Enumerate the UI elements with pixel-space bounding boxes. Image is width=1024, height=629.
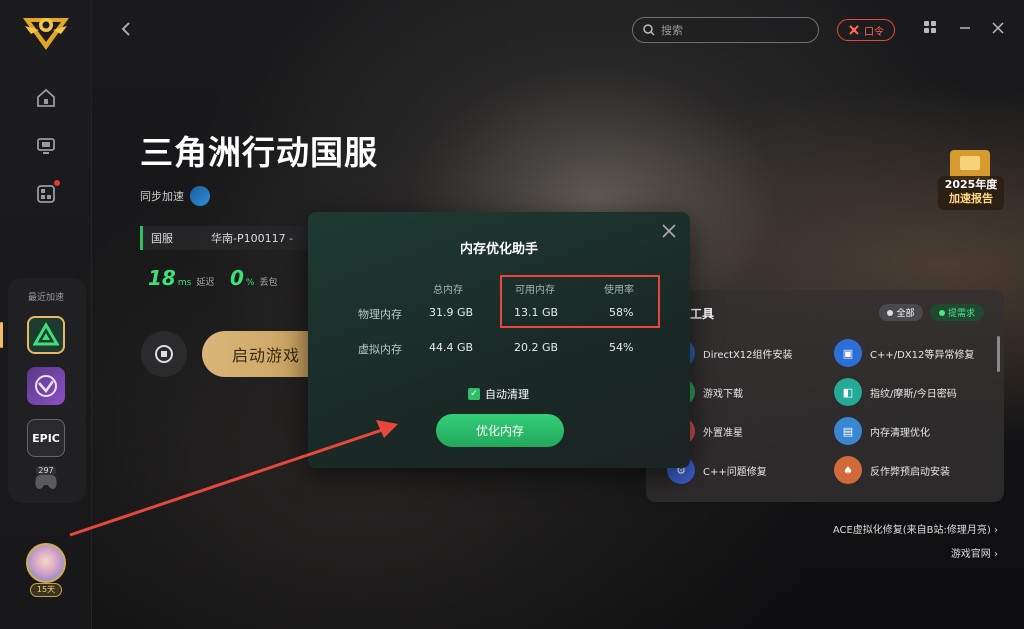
- optimize-memory-button[interactable]: 优化内存: [436, 414, 564, 447]
- folder-fix-icon: ▣: [834, 339, 862, 367]
- home-icon[interactable]: [32, 84, 60, 112]
- sync-label: 同步加速: [140, 190, 184, 203]
- apps-button[interactable]: [920, 20, 940, 40]
- dot-icon: [938, 309, 945, 316]
- loss-unit: %: [245, 278, 255, 288]
- auto-clean-checkbox-row[interactable]: ✓ 自动清理: [468, 386, 529, 402]
- chevron-left-icon: [121, 22, 130, 36]
- password-icon: ◧: [834, 378, 862, 406]
- stop-icon: [155, 345, 173, 363]
- latency-label: 延迟: [196, 278, 215, 288]
- report-line1: 2025年度: [944, 178, 998, 191]
- modal-close-button[interactable]: [660, 224, 678, 242]
- loss-value: 0: [230, 266, 244, 290]
- tool-item-cpp-dx12-fix[interactable]: ▣ C++/DX12等异常修复: [834, 339, 974, 367]
- official-site-link[interactable]: 游戏官网 ›: [951, 545, 998, 560]
- row-label-virtual: 虚拟内存: [358, 343, 402, 356]
- tools-scrollbar[interactable]: [997, 336, 1000, 372]
- tool-label: 反作弊预启动安装: [870, 466, 950, 478]
- search-input[interactable]: [661, 23, 801, 37]
- close-icon: [662, 224, 676, 238]
- annual-report-badge[interactable]: 2025年度 加速报告: [936, 148, 1006, 212]
- recent-label: 最近加速: [27, 293, 64, 303]
- dot-icon: [887, 309, 894, 316]
- active-game-marker: [0, 322, 3, 348]
- game-tile-epic[interactable]: EPIC: [27, 419, 65, 457]
- four-squares-icon: [924, 21, 936, 33]
- game-logo-icon: [35, 375, 57, 397]
- tools-title: 工具: [690, 307, 715, 321]
- close-window-button[interactable]: [988, 20, 1008, 40]
- official-site-label: 游戏官网: [950, 549, 991, 560]
- auto-clean-checkbox[interactable]: ✓: [468, 388, 480, 400]
- tool-label: C++问题修复: [703, 466, 767, 478]
- command-button[interactable]: 口令: [837, 19, 895, 41]
- physical-total: 31.9 GB: [429, 306, 474, 319]
- all-tools-label: 全部: [896, 309, 915, 319]
- tool-item-anticheat[interactable]: ♠ 反作弊预启动安装: [834, 456, 950, 484]
- shield-card-icon: ♠: [834, 456, 862, 484]
- col-header-total: 总内存: [433, 285, 463, 296]
- user-avatar-area[interactable]: 15天: [24, 543, 68, 601]
- virtual-available: 20.2 GB: [514, 341, 559, 354]
- annotation-highlight-box: [500, 275, 660, 328]
- server-node: 华南-P100117 -: [211, 232, 294, 245]
- memory-icon: ▤: [834, 417, 862, 445]
- tool-label: DirectX12组件安装: [703, 349, 793, 361]
- controller-count-badge: 297: [36, 466, 56, 475]
- latency-stat: 18 ms 延迟: [148, 266, 214, 290]
- minimize-icon: [960, 27, 970, 29]
- app-window: 最近加速 EPIC 297 15天 口令: [0, 0, 1024, 629]
- monitor-icon[interactable]: [32, 132, 60, 160]
- virtual-total: 44.4 GB: [429, 341, 474, 354]
- packet-loss-stat: 0 % 丢包: [230, 266, 278, 290]
- sidebar: 最近加速 EPIC 297 15天: [0, 0, 92, 629]
- game-tile-delta-force[interactable]: [27, 316, 65, 354]
- search-box[interactable]: [632, 17, 819, 43]
- ace-fix-link[interactable]: ACE虚拟化修复(来自B站:修理月亮) ›: [833, 521, 998, 536]
- modal-title: 内存优化助手: [459, 242, 538, 257]
- report-line2: 加速报告: [949, 192, 993, 205]
- tool-label: C++/DX12等异常修复: [870, 349, 975, 361]
- loss-label: 丢包: [259, 278, 278, 288]
- tool-item-password[interactable]: ◧ 指纹/摩斯/今日密码: [834, 378, 957, 406]
- app-logo[interactable]: [21, 10, 71, 54]
- notification-dot: [54, 180, 60, 186]
- auto-clean-label: 自动清理: [485, 388, 529, 401]
- delta-force-icon: [33, 322, 59, 346]
- stop-accel-button[interactable]: [141, 331, 187, 377]
- virtual-usage: 54%: [609, 341, 634, 354]
- all-tools-button[interactable]: 全部: [879, 304, 923, 321]
- search-icon: [643, 24, 655, 36]
- ace-fix-label: ACE虚拟化修复(来自B站:修理月亮): [832, 525, 991, 536]
- apps-grid-icon[interactable]: [32, 180, 60, 208]
- tool-label: 外置准星: [703, 427, 743, 439]
- latency-value: 18: [148, 266, 176, 290]
- close-icon: [992, 22, 1004, 34]
- game-tile-controller[interactable]: 297: [27, 466, 65, 494]
- server-region: 国服: [151, 232, 173, 245]
- steam-icon[interactable]: [190, 186, 210, 206]
- server-selector[interactable]: 国服 华南-P100117 -: [140, 226, 320, 250]
- row-label-physical: 物理内存: [358, 308, 402, 321]
- tool-label: 指纹/摩斯/今日密码: [870, 388, 957, 400]
- command-icon: [849, 25, 859, 35]
- avatar[interactable]: [26, 543, 66, 583]
- game-tile-purple[interactable]: [27, 367, 65, 405]
- latency-unit: ms: [177, 278, 192, 288]
- membership-days-badge: 15天: [30, 583, 62, 597]
- sync-accel-row: 同步加速: [140, 186, 210, 206]
- game-title: 三角洲行动国服: [140, 133, 378, 172]
- request-feature-label: 提需求: [947, 309, 975, 319]
- tool-item-memory-clean[interactable]: ▤ 内存清理优化: [834, 417, 930, 445]
- request-feature-button[interactable]: 提需求: [930, 304, 984, 321]
- minimize-button[interactable]: [955, 20, 975, 40]
- tool-label: 游戏下载: [703, 388, 743, 400]
- epic-games-logo: EPIC: [32, 431, 60, 445]
- tool-label: 内存清理优化: [870, 427, 930, 439]
- back-button[interactable]: [120, 20, 140, 40]
- command-label: 口令: [864, 26, 884, 38]
